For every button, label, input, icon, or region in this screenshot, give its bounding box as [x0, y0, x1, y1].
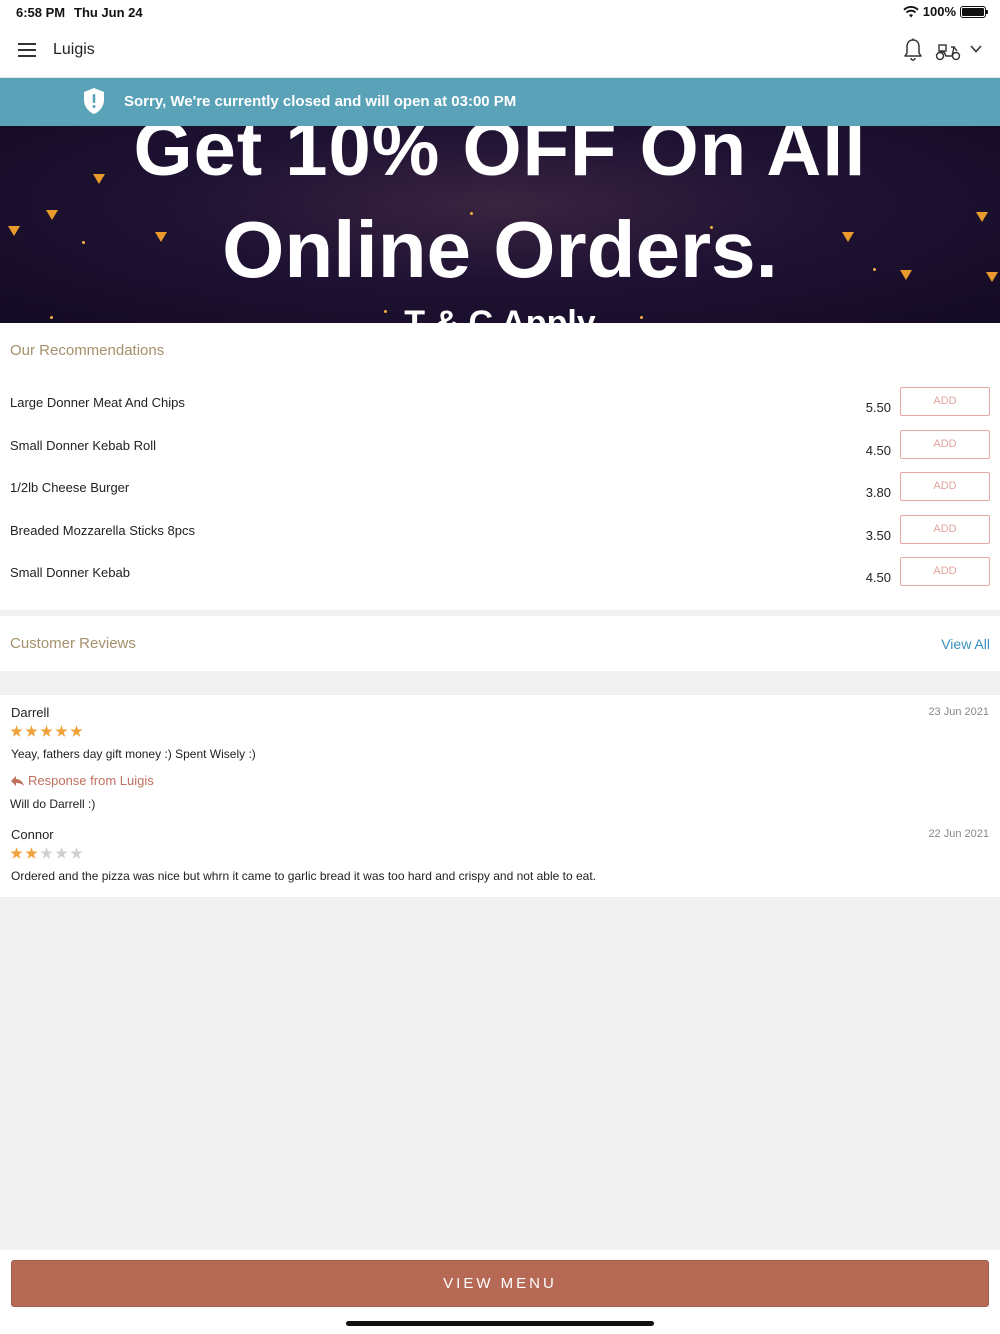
- reviews-header: Customer Reviews View All: [0, 616, 1000, 671]
- shield-alert-icon: [84, 88, 104, 114]
- scooter-icon[interactable]: [935, 39, 961, 61]
- status-bar: 6:58 PM Thu Jun 24 100%: [0, 0, 1000, 24]
- page-title: Luigis: [53, 41, 95, 58]
- star-icon: [55, 725, 68, 737]
- list-item: Breaded Mozzarella Sticks 8pcs 3.50 ADD: [0, 515, 1000, 565]
- bottom-bar: VIEW MENU: [0, 1250, 1000, 1334]
- bell-icon[interactable]: [902, 38, 924, 62]
- review-text: Yeay, fathers day gift money :) Spent Wi…: [11, 747, 256, 761]
- status-date: Thu Jun 24: [74, 5, 143, 20]
- rating-stars: [10, 847, 83, 860]
- closed-message: Sorry, We're currently closed and will o…: [124, 93, 517, 110]
- battery-percent: 100%: [922, 4, 956, 19]
- add-button[interactable]: ADD: [900, 472, 990, 501]
- list-item: Small Donner Kebab Roll 4.50 ADD: [0, 430, 1000, 480]
- add-button[interactable]: ADD: [900, 387, 990, 416]
- add-button[interactable]: ADD: [900, 515, 990, 544]
- reply-icon: [11, 775, 24, 786]
- response-text: Will do Darrell :): [10, 797, 96, 811]
- promo-line-2: Online Orders.: [222, 205, 778, 294]
- promo-line-1: Get 10% OFF On All: [133, 126, 867, 192]
- reviewer-name: Darrell: [11, 705, 50, 720]
- chevron-down-icon[interactable]: [969, 42, 983, 56]
- item-name: Large Donner Meat And Chips: [10, 395, 185, 410]
- app-header: Luigis: [0, 24, 1000, 78]
- review-date: 22 Jun 2021: [928, 828, 989, 840]
- response-title: Response from Luigis: [28, 773, 154, 788]
- home-indicator[interactable]: [346, 1321, 654, 1326]
- star-icon: [25, 847, 38, 859]
- star-icon: [40, 847, 53, 859]
- item-price: 5.50: [865, 400, 891, 415]
- view-all-link[interactable]: View All: [941, 636, 990, 652]
- response-label: Response from Luigis: [10, 773, 154, 788]
- menu-icon[interactable]: [18, 43, 36, 57]
- item-price: 4.50: [865, 443, 891, 458]
- item-name: 1/2lb Cheese Burger: [10, 480, 130, 495]
- item-price: 3.50: [865, 528, 891, 543]
- star-icon: [70, 725, 83, 737]
- review-date: 23 Jun 2021: [928, 706, 989, 718]
- wifi-icon: [903, 5, 919, 17]
- rating-stars: [10, 725, 83, 738]
- promo-banner[interactable]: Get 10% OFF On All Online Orders. T & C …: [0, 126, 1000, 323]
- list-item: Large Donner Meat And Chips 5.50 ADD: [0, 387, 1000, 437]
- reviews-title: Customer Reviews: [10, 635, 136, 652]
- view-menu-button[interactable]: VIEW MENU: [11, 1260, 989, 1307]
- list-item: 1/2lb Cheese Burger 3.80 ADD: [0, 472, 1000, 522]
- recommendations-section: Our Recommendations Large Donner Meat An…: [0, 323, 1000, 610]
- status-time: 6:58 PM: [16, 5, 66, 20]
- reviewer-name: Connor: [11, 827, 54, 842]
- star-icon: [40, 725, 53, 737]
- item-name: Small Donner Kebab Roll: [10, 438, 156, 453]
- item-name: Breaded Mozzarella Sticks 8pcs: [10, 523, 195, 538]
- add-button[interactable]: ADD: [900, 557, 990, 586]
- star-icon: [55, 847, 68, 859]
- review-text: Ordered and the pizza was nice but whrn …: [11, 869, 596, 883]
- closed-banner: Sorry, We're currently closed and will o…: [0, 78, 1000, 126]
- star-icon: [70, 847, 83, 859]
- star-icon: [10, 847, 23, 859]
- item-name: Small Donner Kebab: [10, 565, 130, 580]
- star-icon: [10, 725, 23, 737]
- reviews-list: Darrell 23 Jun 2021 Yeay, fathers day gi…: [0, 695, 1000, 897]
- item-price: 4.50: [865, 570, 891, 585]
- list-item: Small Donner Kebab 4.50 ADD: [0, 557, 1000, 607]
- star-icon: [25, 725, 38, 737]
- recommendations-title: Our Recommendations: [10, 342, 165, 359]
- item-price: 3.80: [865, 485, 891, 500]
- promo-line-3: T & C Apply: [404, 304, 596, 323]
- add-button[interactable]: ADD: [900, 430, 990, 459]
- battery-icon: [960, 5, 988, 18]
- status-right: 100%: [903, 4, 988, 19]
